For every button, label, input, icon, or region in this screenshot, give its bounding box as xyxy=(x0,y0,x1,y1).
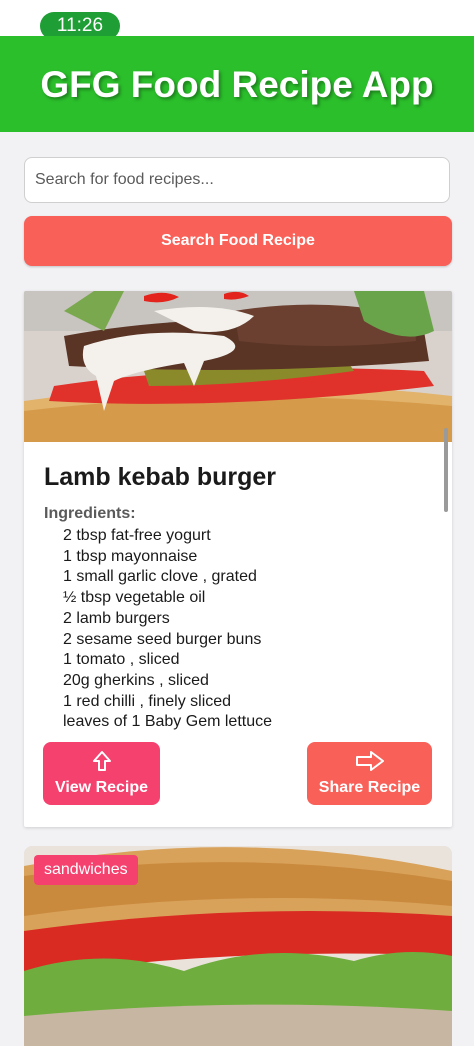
ingredients-label: Ingredients: xyxy=(44,505,136,522)
ingredient-item: 1 small garlic clove , grated xyxy=(63,568,257,586)
ingredient-item: 1 tbsp mayonnaise xyxy=(63,547,198,565)
ingredient-item: leaves of 1 Baby Gem lettuce xyxy=(63,713,272,731)
arrow-up-icon xyxy=(43,750,160,774)
app-header: GFG Food Recipe App xyxy=(0,36,474,132)
ingredient-item: 1 red chilli , finely sliced xyxy=(63,692,232,710)
scrollbar-thumb[interactable] xyxy=(444,428,448,512)
recipe-title: Lamb kebab burger xyxy=(44,463,276,491)
ingredient-item: 20g gherkins , sliced xyxy=(63,671,209,689)
search-button[interactable]: Search Food Recipe xyxy=(24,216,452,266)
view-recipe-label: View Recipe xyxy=(54,779,149,796)
ingredient-item: 1 tomato , sliced xyxy=(63,651,180,669)
search-input[interactable] xyxy=(24,157,450,203)
arrow-right-icon xyxy=(307,750,432,774)
recipe-card: Lamb kebab burger Ingredients: 2 tbsp fa… xyxy=(24,291,452,827)
share-recipe-button[interactable]: Share Recipe xyxy=(307,742,432,805)
ingredients-list: 2 tbsp fat-free yogurt 1 tbsp mayonnaise… xyxy=(63,526,272,733)
ingredient-item: ½ tbsp vegetable oil xyxy=(63,589,206,607)
ingredient-item: 2 lamb burgers xyxy=(63,609,170,627)
status-bar: 11:26 xyxy=(0,0,474,40)
app-title: GFG Food Recipe App xyxy=(40,64,434,105)
ingredient-item: 2 sesame seed burger buns xyxy=(63,630,262,648)
view-recipe-button[interactable]: View Recipe xyxy=(43,742,160,805)
share-recipe-label: Share Recipe xyxy=(318,779,421,796)
recipe-card-next[interactable]: sandwiches xyxy=(24,846,452,1046)
recipe-image xyxy=(24,291,452,442)
category-tag[interactable]: sandwiches xyxy=(34,855,138,885)
ingredient-item: 2 tbsp fat-free yogurt xyxy=(63,527,211,544)
